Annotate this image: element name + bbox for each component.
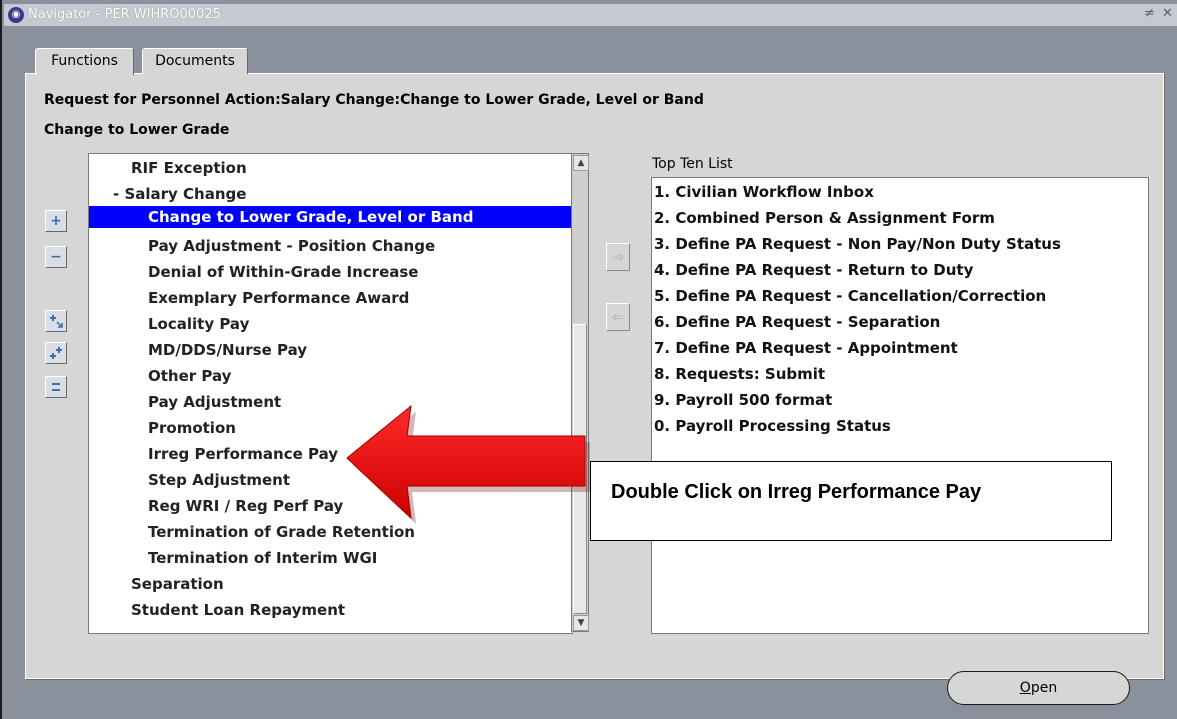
collapse-button[interactable]: −	[45, 246, 67, 268]
tree-item-step-adjustment[interactable]: Step Adjustment	[148, 469, 290, 491]
app-icon: ◉	[8, 7, 24, 23]
callout-text: Double Click on Irreg Performance Pay	[611, 481, 982, 503]
tree-item-termination-interim-wgi[interactable]: Termination of Interim WGI	[148, 547, 377, 569]
close-icon[interactable]: ✕	[1162, 6, 1173, 21]
function-tree[interactable]: RIF Exception - Salary Change Change to …	[88, 153, 573, 634]
collapse-all-button[interactable]	[45, 376, 67, 398]
open-mnemonic: O	[1019, 680, 1031, 696]
tree-item-denial-wgi[interactable]: Denial of Within-Grade Increase	[148, 261, 418, 283]
selected-function-heading: Change to Lower Grade	[44, 122, 230, 138]
plus-icon: +	[50, 213, 62, 229]
scroll-up-icon[interactable]: ▲	[573, 155, 589, 171]
collapse-all-icon	[52, 383, 60, 391]
red-arrow-icon	[346, 404, 590, 524]
tab-functions[interactable]: Functions	[35, 48, 134, 75]
arrow-left-icon: ⇐	[611, 308, 625, 326]
tree-item-pay-adjustment[interactable]: Pay Adjustment	[148, 391, 281, 413]
tab-documents[interactable]: Documents	[142, 48, 248, 74]
tree-item-rif-exception[interactable]: RIF Exception	[131, 157, 247, 179]
arrow-right-icon: ⇒	[611, 248, 625, 266]
tree-item-exemplary-performance-award[interactable]: Exemplary Performance Award	[148, 287, 409, 309]
tree-item-irreg-performance-pay[interactable]: Irreg Performance Pay	[148, 443, 338, 465]
tree-item-md-dds-nurse-pay[interactable]: MD/DDS/Nurse Pay	[148, 339, 307, 361]
title-bar[interactable]: ◉ Navigator - PER WIHRO00025 ≠ ✕	[4, 4, 1177, 27]
top-ten-item[interactable]: 9. Payroll 500 format	[654, 387, 832, 413]
tree-item-student-loan-repayment[interactable]: Student Loan Repayment	[131, 599, 345, 621]
tree-scrollbar[interactable]: ▲ ▼	[571, 153, 589, 632]
tree-item-other-pay[interactable]: Other Pay	[148, 365, 231, 387]
function-path-heading: Request for Personnel Action:Salary Chan…	[44, 92, 704, 108]
top-ten-label: Top Ten List	[652, 156, 733, 172]
open-label-rest: pen	[1030, 680, 1058, 696]
top-ten-item[interactable]: 0. Payroll Processing Status	[654, 413, 891, 439]
top-ten-item[interactable]: 7. Define PA Request - Appointment	[654, 335, 958, 361]
top-ten-item[interactable]: 4. Define PA Request - Return to Duty	[654, 257, 973, 283]
top-ten-item[interactable]: 5. Define PA Request - Cancellation/Corr…	[654, 283, 1046, 309]
minus-icon: −	[50, 249, 62, 265]
window-title: Navigator - PER WIHRO00025	[28, 7, 221, 22]
top-ten-item[interactable]: 1. Civilian Workflow Inbox	[654, 179, 874, 205]
remove-from-top-ten-button[interactable]: ⇐	[606, 303, 630, 331]
open-button[interactable]: Open	[947, 671, 1130, 705]
instruction-callout: Double Click on Irreg Performance Pay	[590, 461, 1112, 541]
scroll-down-icon[interactable]: ▼	[573, 615, 589, 631]
expand-branch-button[interactable]	[45, 310, 67, 332]
expand-branch-icon	[50, 315, 63, 328]
expand-all-icon	[50, 347, 62, 359]
tree-item-change-to-lower-grade[interactable]: Change to Lower Grade, Level or Band	[89, 206, 572, 228]
add-to-top-ten-button[interactable]: ⇒	[606, 243, 630, 271]
tree-item-reg-wri-reg-perf-pay[interactable]: Reg WRI / Reg Perf Pay	[148, 495, 343, 517]
top-ten-item[interactable]: 8. Requests: Submit	[654, 361, 825, 387]
tree-item-locality-pay[interactable]: Locality Pay	[148, 313, 249, 335]
expand-button[interactable]: +	[45, 210, 67, 232]
top-ten-list[interactable]: 1. Civilian Workflow Inbox 2. Combined P…	[651, 177, 1149, 634]
tree-item-pay-adjustment-position-change[interactable]: Pay Adjustment - Position Change	[148, 235, 435, 257]
expand-all-button[interactable]	[45, 342, 67, 364]
minimize-icon[interactable]: ≠	[1144, 6, 1155, 21]
top-ten-item[interactable]: 6. Define PA Request - Separation	[654, 309, 940, 335]
tree-item-salary-change[interactable]: - Salary Change	[113, 183, 246, 205]
top-ten-item[interactable]: 3. Define PA Request - Non Pay/Non Duty …	[654, 231, 1061, 257]
top-ten-item[interactable]: 2. Combined Person & Assignment Form	[654, 205, 995, 231]
tree-item-promotion[interactable]: Promotion	[148, 417, 236, 439]
tree-item-separation[interactable]: Separation	[131, 573, 224, 595]
